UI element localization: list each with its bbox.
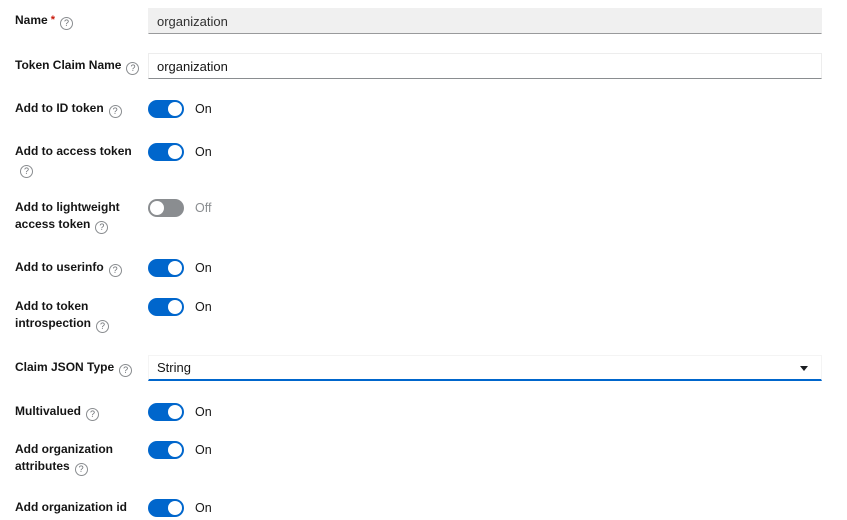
toggle-state-label: On: [195, 300, 212, 314]
row-name: Name *?: [15, 8, 822, 34]
row-add-to-lightweight-access-token: Add to lightweight access token? Off: [15, 199, 822, 234]
add-to-userinfo-toggle[interactable]: [148, 259, 184, 277]
help-icon[interactable]: ?: [20, 165, 33, 178]
add-to-token-introspection-label: Add to token introspection: [15, 299, 92, 330]
help-icon[interactable]: ?: [108, 264, 122, 277]
required-asterisk: *: [50, 14, 55, 26]
token-claim-name-label: Token Claim Name: [15, 58, 122, 72]
field-label: Claim JSON Type?: [15, 355, 148, 377]
row-add-to-token-introspection: Add to token introspection? On: [15, 298, 822, 333]
row-add-to-userinfo: Add to userinfo? On: [15, 259, 822, 277]
row-add-to-access-token: Add to access token? On: [15, 143, 822, 178]
caret-down-icon: [800, 365, 808, 371]
row-token-claim-name: Token Claim Name?: [15, 53, 822, 79]
toggle-state-label: On: [195, 261, 212, 275]
toggle-state-label: On: [195, 102, 212, 116]
field-label: Add to ID token?: [15, 100, 148, 118]
selected-option-label: String: [157, 360, 191, 375]
add-organization-attributes-label: Add organization attributes: [15, 442, 113, 473]
row-add-organization-attributes: Add organization attributes? On: [15, 441, 822, 476]
token-claim-name-input[interactable]: [148, 53, 822, 79]
toggle-state-label: On: [195, 443, 212, 457]
help-icon[interactable]: ?: [86, 408, 100, 421]
toggle-knob: [150, 201, 164, 215]
mapper-settings-form: Name*? Token Claim Name? Add to ID token…: [0, 0, 847, 520]
name-label: Name: [15, 13, 48, 27]
row-claim-json-type: Claim JSON Type? String: [15, 355, 822, 381]
toggle-knob: [168, 102, 182, 116]
claim-json-type-select[interactable]: String: [148, 355, 822, 381]
add-organization-id-toggle[interactable]: [148, 499, 184, 517]
claim-json-type-label: Claim JSON Type: [15, 360, 115, 374]
help-icon[interactable]: ?: [74, 463, 88, 476]
add-organization-id-label: Add organization id: [15, 500, 127, 514]
help-icon[interactable]: ?: [126, 62, 140, 75]
toggle-knob: [168, 443, 182, 457]
toggle-state-label: On: [195, 501, 212, 515]
field-label: Add to access token?: [15, 143, 148, 178]
row-multivalued: Multivalued? On: [15, 403, 822, 421]
help-icon[interactable]: ?: [96, 320, 110, 333]
add-to-access-token-label: Add to access token: [15, 144, 132, 158]
field-label: Add to userinfo?: [15, 259, 148, 277]
field-label: Add organization id?: [15, 499, 148, 520]
add-to-userinfo-label: Add to userinfo: [15, 260, 104, 274]
toggle-state-label: Off: [195, 201, 212, 215]
add-to-id-token-label: Add to ID token: [15, 101, 104, 115]
multivalued-toggle[interactable]: [148, 403, 184, 421]
add-to-access-token-toggle[interactable]: [148, 143, 184, 161]
field-label: Multivalued?: [15, 403, 148, 421]
help-icon[interactable]: ?: [108, 105, 122, 118]
field-label: Add organization attributes?: [15, 441, 148, 476]
field-label: Add to lightweight access token?: [15, 199, 148, 234]
toggle-knob: [168, 300, 182, 314]
toggle-knob: [168, 145, 182, 159]
toggle-knob: [168, 501, 182, 515]
add-organization-attributes-toggle[interactable]: [148, 441, 184, 459]
toggle-state-label: On: [195, 145, 212, 159]
help-icon[interactable]: ?: [95, 221, 109, 234]
name-input: [148, 8, 822, 34]
help-icon[interactable]: ?: [59, 17, 73, 30]
add-to-lightweight-access-token-toggle[interactable]: [148, 199, 184, 217]
add-to-token-introspection-toggle[interactable]: [148, 298, 184, 316]
field-label: Token Claim Name?: [15, 53, 148, 75]
add-to-id-token-toggle[interactable]: [148, 100, 184, 118]
help-icon[interactable]: ?: [119, 364, 133, 377]
field-label: Add to token introspection?: [15, 298, 148, 333]
toggle-knob: [168, 405, 182, 419]
toggle-state-label: On: [195, 405, 212, 419]
toggle-knob: [168, 261, 182, 275]
row-add-organization-id: Add organization id? On: [15, 499, 822, 520]
multivalued-label: Multivalued: [15, 404, 82, 418]
field-label: Name *?: [15, 8, 148, 30]
row-add-to-id-token: Add to ID token? On: [15, 100, 822, 118]
